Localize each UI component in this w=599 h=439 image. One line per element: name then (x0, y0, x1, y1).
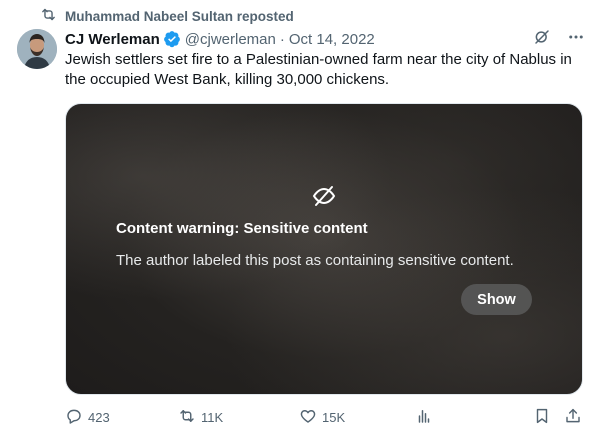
eye-slash-icon (312, 186, 336, 206)
post-date[interactable]: Oct 14, 2022 (289, 31, 375, 48)
repost-count: 11K (201, 409, 224, 425)
grok-icon[interactable] (533, 28, 551, 50)
separator-dot: · (279, 30, 285, 48)
action-bar: 423 11K 15K (65, 406, 585, 428)
repost-text: Muhammad Nabeel Sultan reposted (65, 8, 294, 24)
views-button[interactable] (415, 406, 433, 428)
share-icon (564, 407, 582, 428)
like-button[interactable]: 15K (299, 406, 345, 428)
repost-icon (40, 6, 57, 26)
analytics-icon (415, 407, 433, 428)
more-options-icon[interactable] (567, 28, 585, 50)
reply-count: 423 (88, 409, 110, 425)
avatar[interactable] (17, 29, 57, 69)
author-handle[interactable]: @cjwerleman (185, 31, 276, 48)
bookmark-button[interactable] (533, 406, 551, 428)
repost-button[interactable]: 11K (178, 406, 223, 428)
tweet-text: Jewish settlers set fire to a Palestinia… (65, 51, 572, 88)
sensitive-media[interactable]: Content warning: Sensitive content The a… (65, 103, 583, 395)
verified-badge-icon (163, 31, 180, 48)
reply-icon (65, 407, 83, 428)
heart-icon (299, 407, 317, 428)
show-button[interactable]: Show (461, 284, 532, 315)
author-name[interactable]: CJ Werleman (65, 31, 160, 48)
repost-icon (178, 407, 196, 428)
like-count: 15K (322, 409, 346, 425)
reply-button[interactable]: 423 (65, 406, 110, 428)
content-warning-title: Content warning: Sensitive content (116, 220, 368, 237)
repost-indicator[interactable]: Muhammad Nabeel Sultan reposted (40, 7, 294, 25)
tweet-header: CJ Werleman @cjwerleman · Oct 14, 2022 (65, 29, 585, 49)
bookmark-icon (533, 407, 551, 428)
share-button[interactable] (564, 406, 582, 428)
content-warning-description: The author labeled this post as containi… (116, 252, 514, 269)
avatar-image (17, 29, 57, 69)
